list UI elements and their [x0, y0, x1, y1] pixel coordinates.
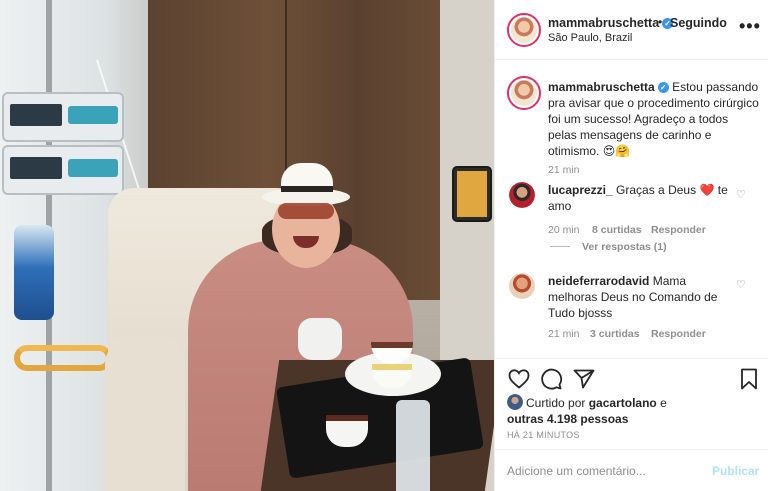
verified-icon: ✓	[657, 82, 669, 93]
reply-button[interactable]: Responder	[651, 328, 706, 340]
hand-bandage	[298, 318, 342, 360]
view-replies-line	[550, 246, 570, 247]
publish-button[interactable]: Publicar	[712, 464, 759, 478]
hat-band	[281, 186, 333, 192]
small-bowl	[326, 415, 368, 447]
more-options-icon[interactable]: •••	[739, 17, 761, 35]
following-button[interactable]: Seguindo	[670, 16, 727, 30]
comment-body: Graças a Deus	[616, 183, 697, 197]
infusion-pump	[2, 92, 124, 142]
comments-section[interactable]: mammabruschetta ✓ Estou passando pra avis…	[495, 60, 768, 360]
like-comment-heart-icon[interactable]: ♡	[736, 190, 746, 201]
water-bottle	[396, 400, 430, 491]
location-link[interactable]: São Paulo, Brazil	[548, 32, 632, 44]
add-comment-bar: Publicar	[495, 449, 768, 491]
avatar[interactable]	[507, 13, 541, 47]
avatar[interactable]	[509, 273, 535, 299]
comment-time[interactable]: 21 min	[548, 328, 580, 340]
caption-username[interactable]: mammabruschetta	[548, 80, 655, 94]
caption-emoji: 😍🤗	[602, 144, 631, 158]
tablet-screen	[457, 171, 487, 217]
post-header: mammabruschetta ✓ • Seguindo São Paulo, B…	[495, 0, 768, 60]
view-replies-button[interactable]: Ver respostas (1)	[582, 241, 667, 253]
sunglasses	[278, 203, 334, 219]
avatar[interactable]	[509, 182, 535, 208]
share-icon[interactable]	[572, 367, 596, 391]
liker-username[interactable]: gacartolano	[589, 396, 657, 410]
comment-time[interactable]: 20 min	[548, 224, 580, 236]
sanitizer-bottle	[14, 225, 54, 320]
post-photo[interactable]	[0, 0, 494, 491]
post-actions: Curtido por gacartolano e outras 4.198 p…	[495, 358, 768, 450]
caption-time[interactable]: 21 min	[548, 164, 580, 176]
comment-text: neideferrarodavid Mama melhoras Deus no …	[548, 273, 728, 321]
heart-emoji: ❤️	[699, 183, 715, 197]
comment-username[interactable]: neideferrarodavid	[548, 274, 649, 288]
likes-connector: e	[660, 396, 667, 410]
avatar[interactable]	[507, 76, 541, 110]
comment-username[interactable]: lucaprezzi_	[548, 183, 613, 197]
likes-count-link[interactable]: outras 4.198 pessoas	[507, 412, 628, 426]
pole-handle	[14, 345, 112, 371]
comment-likes[interactable]: 8 curtidas	[592, 224, 642, 236]
header-username[interactable]: mammabruschetta ✓	[548, 16, 674, 30]
like-comment-heart-icon[interactable]: ♡	[736, 280, 746, 291]
caption-text: mammabruschetta ✓ Estou passando pra avis…	[548, 79, 760, 159]
likes-summary: Curtido por gacartolano e outras 4.198 p…	[507, 394, 667, 427]
separator-dot: •	[658, 15, 663, 29]
likes-prefix: Curtido por	[526, 396, 586, 410]
reply-button[interactable]: Responder	[651, 224, 706, 236]
comment-text: lucaprezzi_ Graças a Deus ❤️ te amo	[548, 182, 728, 214]
comment-likes[interactable]: 3 curtidas	[590, 328, 640, 340]
post-timestamp[interactable]: HÁ 21 MINUTOS	[507, 430, 580, 440]
avatar[interactable]	[507, 394, 523, 410]
like-heart-icon[interactable]	[507, 367, 531, 391]
comment-bubble-icon[interactable]	[539, 367, 563, 391]
infusion-pump	[2, 145, 124, 195]
comment-input[interactable]	[507, 461, 697, 481]
armchair-arm	[105, 335, 185, 491]
post-sidebar: mammabruschetta ✓ • Seguindo São Paulo, B…	[494, 0, 768, 491]
save-bookmark-icon[interactable]	[737, 367, 761, 391]
